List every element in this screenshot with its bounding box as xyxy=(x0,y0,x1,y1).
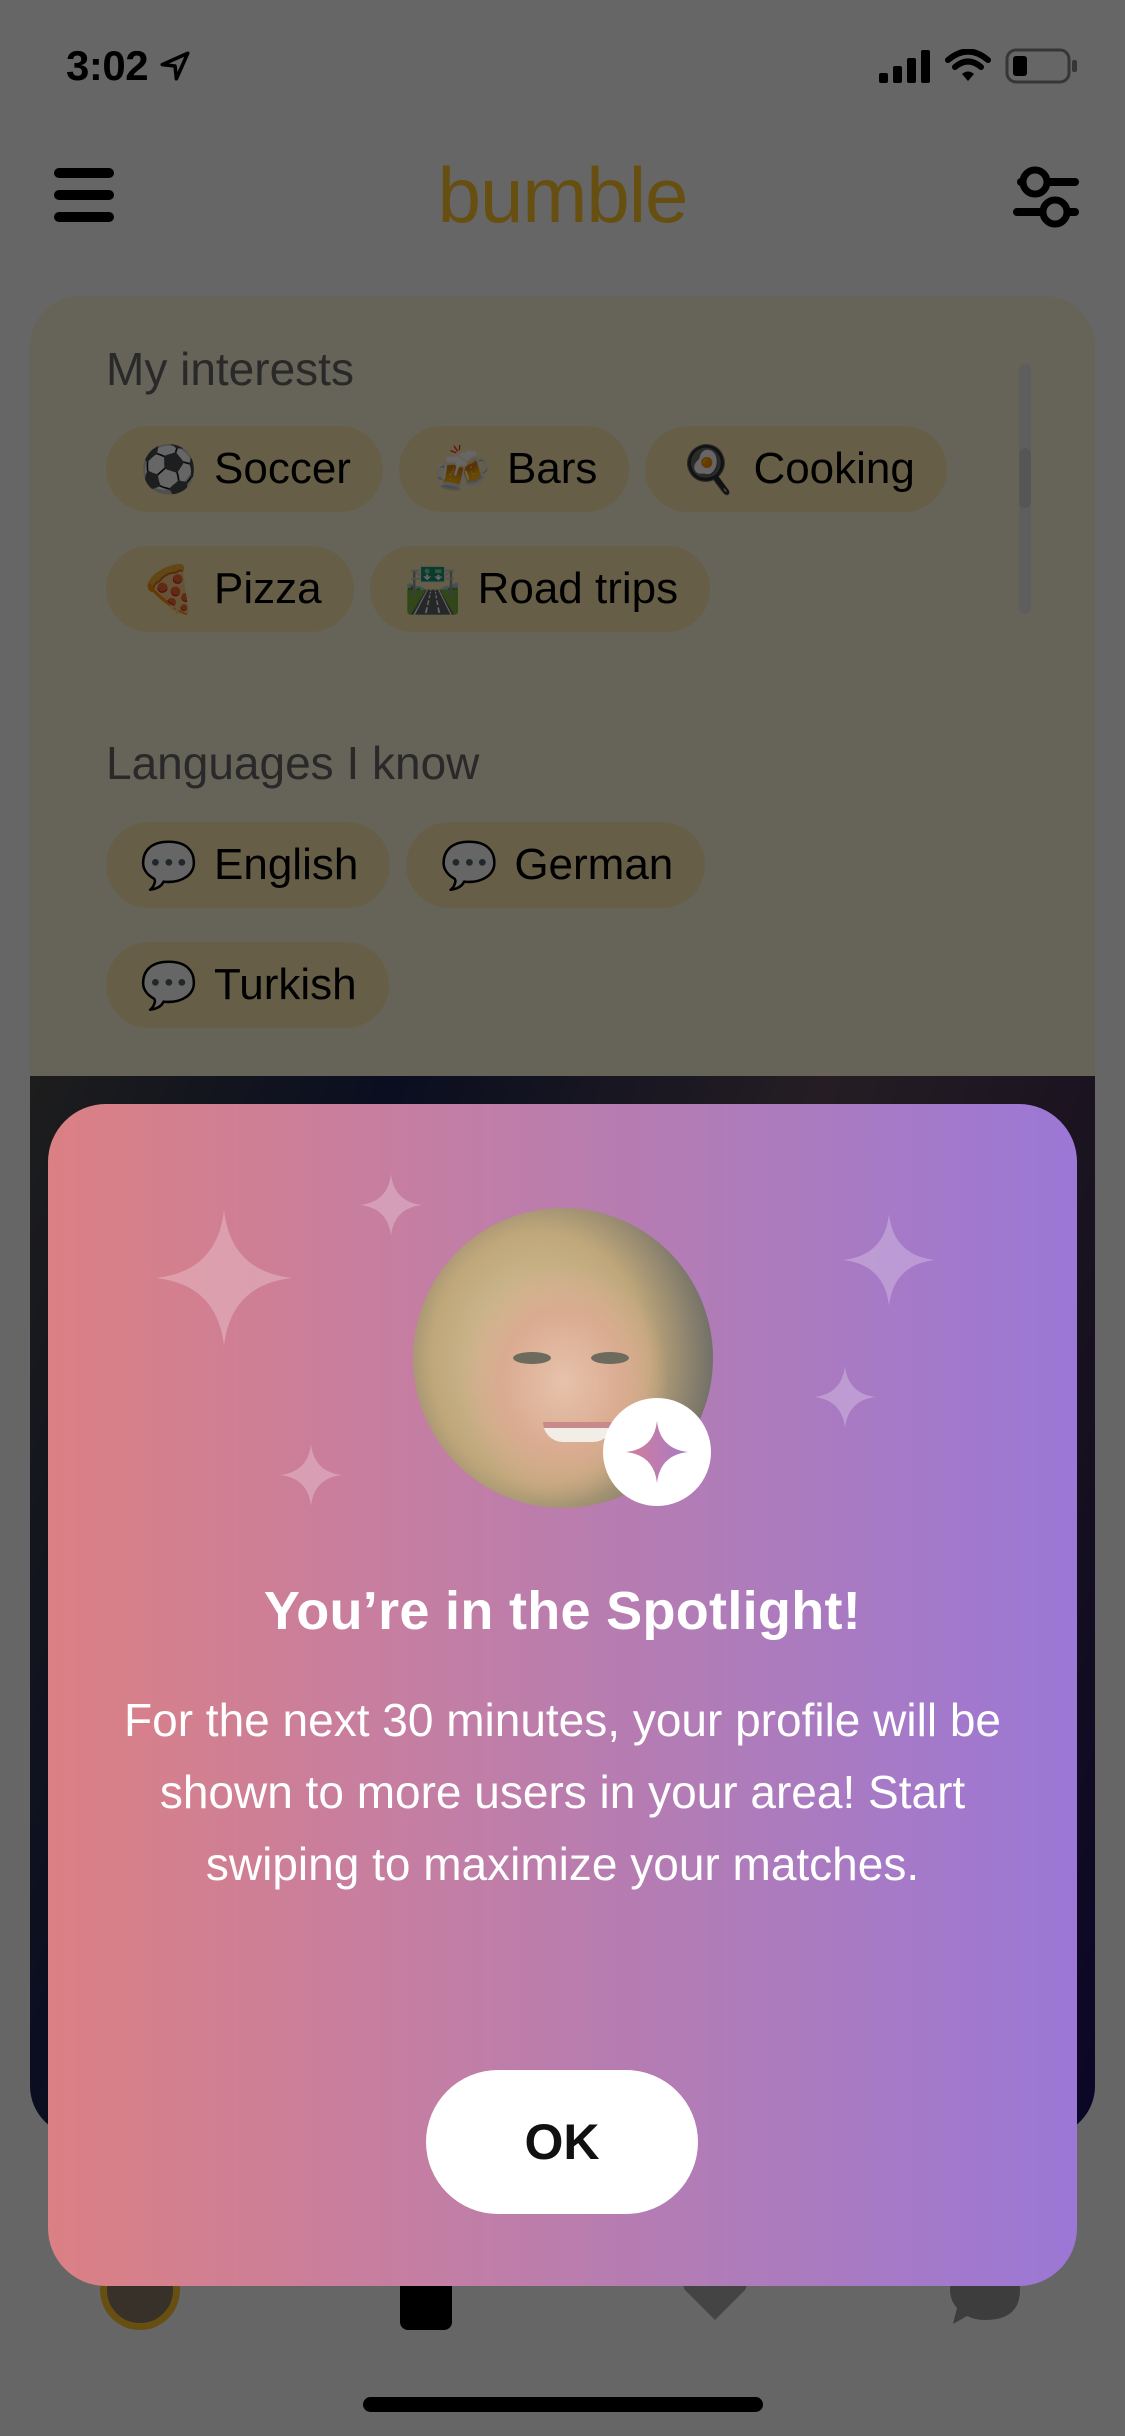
ok-button[interactable]: OK xyxy=(426,2070,698,2214)
modal-body: For the next 30 minutes, your profile wi… xyxy=(124,1694,1001,1890)
spotlight-badge xyxy=(603,1398,711,1506)
sparkle-icon xyxy=(626,1421,688,1483)
spotlight-avatar xyxy=(413,1208,713,1508)
modal-title: You’re in the Spotlight! xyxy=(263,1581,862,1641)
sparkle-icon xyxy=(156,1210,292,1346)
sparkle-icon xyxy=(843,1214,935,1306)
spotlight-modal: You’re in the Spotlight! For the next 30… xyxy=(48,1104,1077,2286)
sparkle-icon xyxy=(280,1444,342,1506)
sparkle-icon xyxy=(814,1366,876,1428)
